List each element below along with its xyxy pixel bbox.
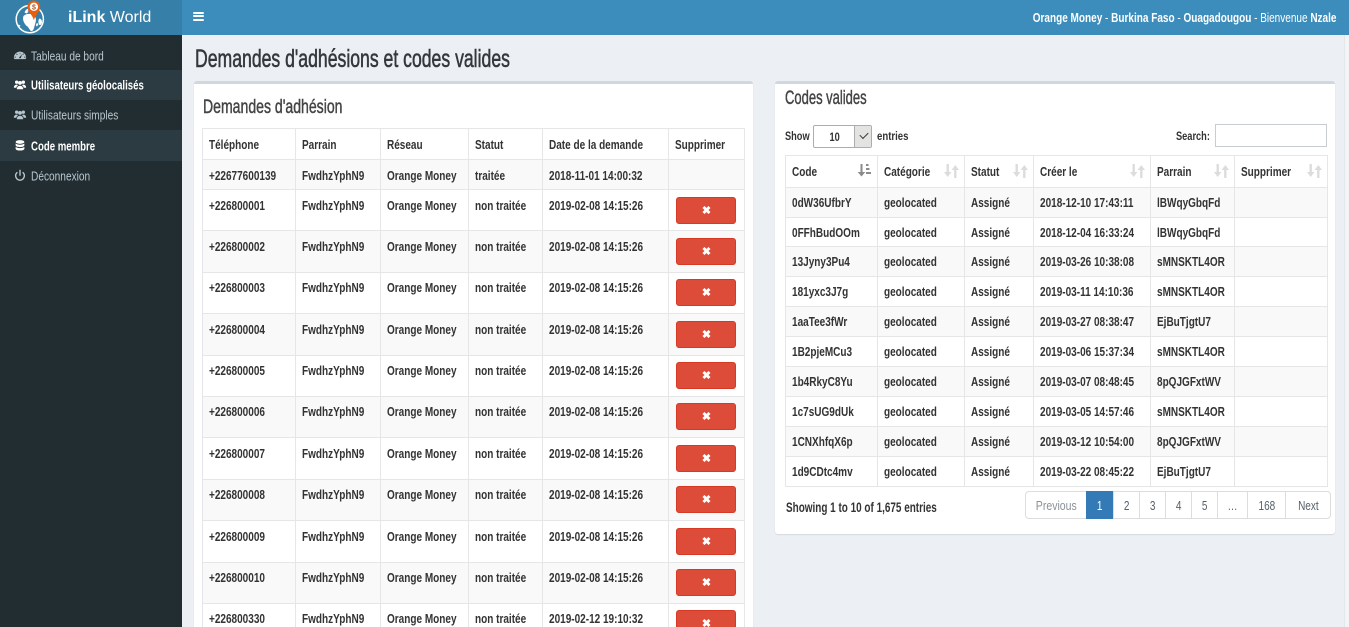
svg-text:$: $ — [32, 4, 36, 11]
